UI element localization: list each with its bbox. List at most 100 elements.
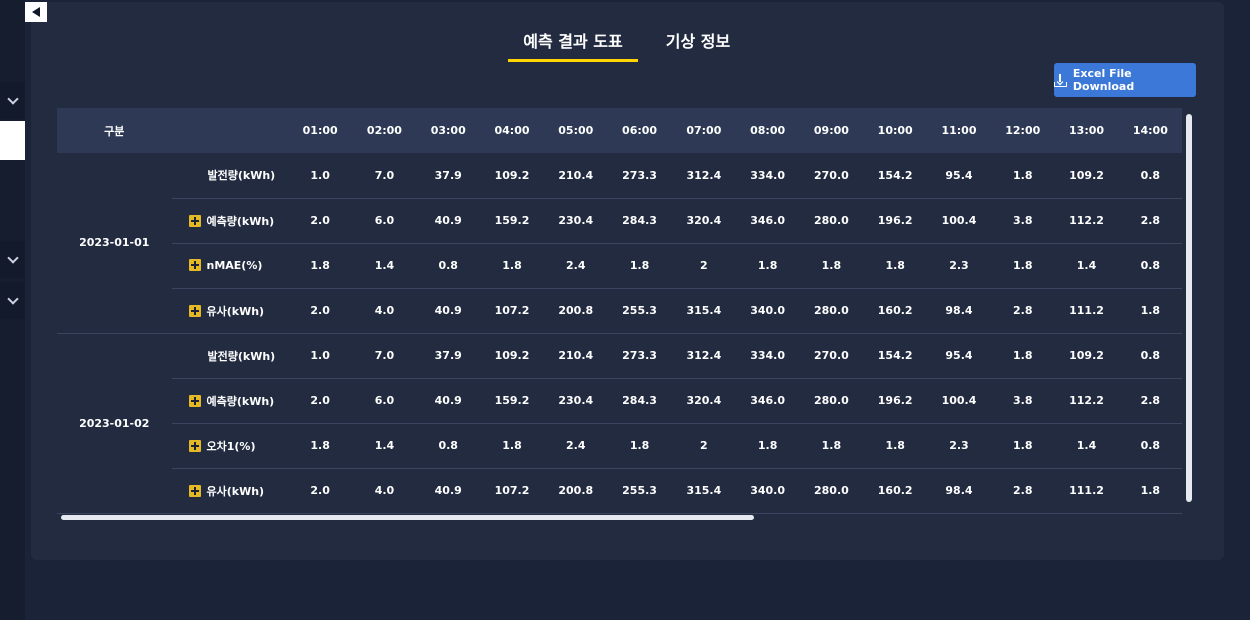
table-cell: 160.2 — [863, 468, 927, 514]
header-hour: 02:00 — [366, 124, 402, 137]
table-cell: 100.4 — [926, 378, 992, 424]
sidebar — [0, 0, 25, 620]
row-label-text: 발전량(kWh) — [207, 349, 276, 363]
table-cell: 230.4 — [544, 378, 608, 424]
table-cell: 6.0 — [352, 378, 417, 424]
tab-weather-info[interactable]: 기상 정보 — [663, 32, 733, 62]
table-cell: 2.3 — [926, 423, 992, 469]
table-cell: 315.4 — [671, 468, 736, 514]
table-cell: 3.8 — [991, 198, 1055, 244]
header-hour: 03:00 — [430, 124, 466, 137]
expand-plus-icon[interactable] — [188, 439, 201, 452]
row-label-text: 예측량(kWh) — [206, 394, 275, 408]
sidebar-collapse-button[interactable] — [25, 2, 47, 22]
row-date: 2023-01-01 — [57, 153, 172, 334]
table-cell: 107.2 — [479, 468, 545, 514]
header-hour: 07:00 — [686, 124, 722, 137]
table-cell: 0.8 — [416, 243, 480, 289]
table-row: 2023-01-02 발전량(kWh) 1.0 7.0 37.9 109.2 210.4 27… — [57, 333, 1182, 514]
table-cell: 334.0 — [735, 333, 800, 379]
table-cell: 1.8 — [863, 423, 927, 469]
table-cell: 40.9 — [416, 378, 480, 424]
header-subcategory — [172, 108, 289, 153]
table-cell: 273.3 — [607, 333, 672, 379]
table-cell: 312.4 — [671, 153, 736, 199]
table-cell: 2.4 — [544, 423, 608, 469]
table-cell: 1.8 — [991, 333, 1055, 379]
expand-plus-icon[interactable] — [188, 484, 201, 497]
table-cell: 7.0 — [352, 333, 417, 379]
table-cell: 1.8 — [991, 153, 1055, 199]
table-cell: 159.2 — [479, 378, 545, 424]
table-cell: 2.0 — [288, 378, 353, 424]
sidebar-selected-item[interactable] — [0, 121, 25, 160]
horizontal-scrollbar[interactable] — [61, 515, 754, 520]
sidebar-expand-item-3[interactable] — [0, 282, 25, 319]
table-cell: 0.8 — [1118, 243, 1182, 289]
table-cell: 312.4 — [671, 333, 736, 379]
expand-plus-icon[interactable] — [188, 304, 201, 317]
table-cell: 37.9 — [416, 333, 480, 379]
table-cell: 1.8 — [991, 243, 1055, 289]
table-cell: 6.0 — [352, 198, 417, 244]
table-cell: 0.8 — [1118, 153, 1182, 199]
sidebar-expand-item-2[interactable] — [0, 241, 25, 278]
triangle-left-icon — [32, 7, 40, 17]
chevron-down-icon — [6, 92, 19, 105]
expand-plus-icon[interactable] — [188, 394, 201, 407]
table-cell: 1.8 — [799, 243, 864, 289]
chevron-down-icon — [6, 251, 19, 264]
table-cell: 4.0 — [352, 468, 417, 514]
table-cell: 40.9 — [416, 288, 480, 334]
table-cell: 2.8 — [1118, 198, 1182, 244]
header-hour: 10:00 — [877, 124, 913, 137]
sidebar-expand-item-1[interactable] — [0, 82, 25, 119]
table-cell: 1.8 — [991, 423, 1055, 469]
header-hour: 13:00 — [1069, 124, 1105, 137]
table-cell: 210.4 — [544, 333, 608, 379]
table-cell: 100.4 — [926, 198, 992, 244]
row-label: 예측량(kWh) — [171, 378, 289, 424]
table-cell: 280.0 — [799, 378, 864, 424]
table-cell: 154.2 — [863, 153, 927, 199]
table-cell: 98.4 — [926, 288, 992, 334]
table-cell: 0.8 — [1118, 333, 1182, 379]
table-cell: 160.2 — [863, 288, 927, 334]
row-label-text: nMAE(%) — [206, 259, 263, 272]
table-cell: 2.4 — [544, 243, 608, 289]
table-cell: 109.2 — [479, 333, 545, 379]
table-cell: 270.0 — [799, 333, 864, 379]
row-label-text: 오차1(%) — [206, 439, 256, 453]
tab-forecast-table[interactable]: 예측 결과 도표 — [508, 32, 638, 62]
expand-plus-icon[interactable] — [188, 259, 201, 271]
row-label-text: 발전량(kWh) — [207, 169, 276, 183]
table-cell: 154.2 — [863, 333, 927, 379]
row-label: 유사(kWh) — [171, 468, 289, 514]
table-cell: 1.8 — [1118, 288, 1182, 334]
table-cell: 1.8 — [288, 243, 353, 289]
table-cell: 1.8 — [607, 243, 672, 289]
row-label: 예측량(kWh) — [171, 198, 289, 244]
table-row: 2023-01-01 발전량(kWh) 1.0 7.0 37.9 109.2 210.4 27… — [57, 153, 1182, 334]
table-cell: 3.8 — [991, 378, 1055, 424]
table-cell: 1.4 — [352, 243, 417, 289]
row-label: 발전량(kWh) — [171, 153, 289, 199]
table-cell: 1.8 — [735, 243, 800, 289]
table-body: 2023-01-01 발전량(kWh) 1.0 7.0 37.9 109.2 210.4 27… — [57, 153, 1182, 514]
table-cell: 273.3 — [607, 153, 672, 199]
expand-plus-icon[interactable] — [188, 214, 201, 227]
vertical-scrollbar[interactable] — [1186, 114, 1192, 502]
excel-download-button[interactable]: Excel File Download — [1054, 63, 1196, 97]
header-hour: 01:00 — [302, 124, 338, 137]
table-row: 예측량(kWh) 2.0 6.0 40.9 159.2 230.4 284.3 320.4 34… — [57, 378, 1182, 424]
table-cell: 2.0 — [288, 288, 353, 334]
table-cell: 284.3 — [607, 378, 672, 424]
table-cell: 107.2 — [479, 288, 545, 334]
table-cell: 1.0 — [288, 333, 353, 379]
table-cell: 112.2 — [1054, 378, 1119, 424]
table-cell: 2.8 — [991, 288, 1055, 334]
tab-bar: 예측 결과 도표 기상 정보 — [31, 32, 1224, 66]
row-label-text: 유사(kWh) — [206, 304, 265, 318]
table-cell: 1.8 — [863, 243, 927, 289]
row-label-text: 예측량(kWh) — [206, 214, 275, 228]
